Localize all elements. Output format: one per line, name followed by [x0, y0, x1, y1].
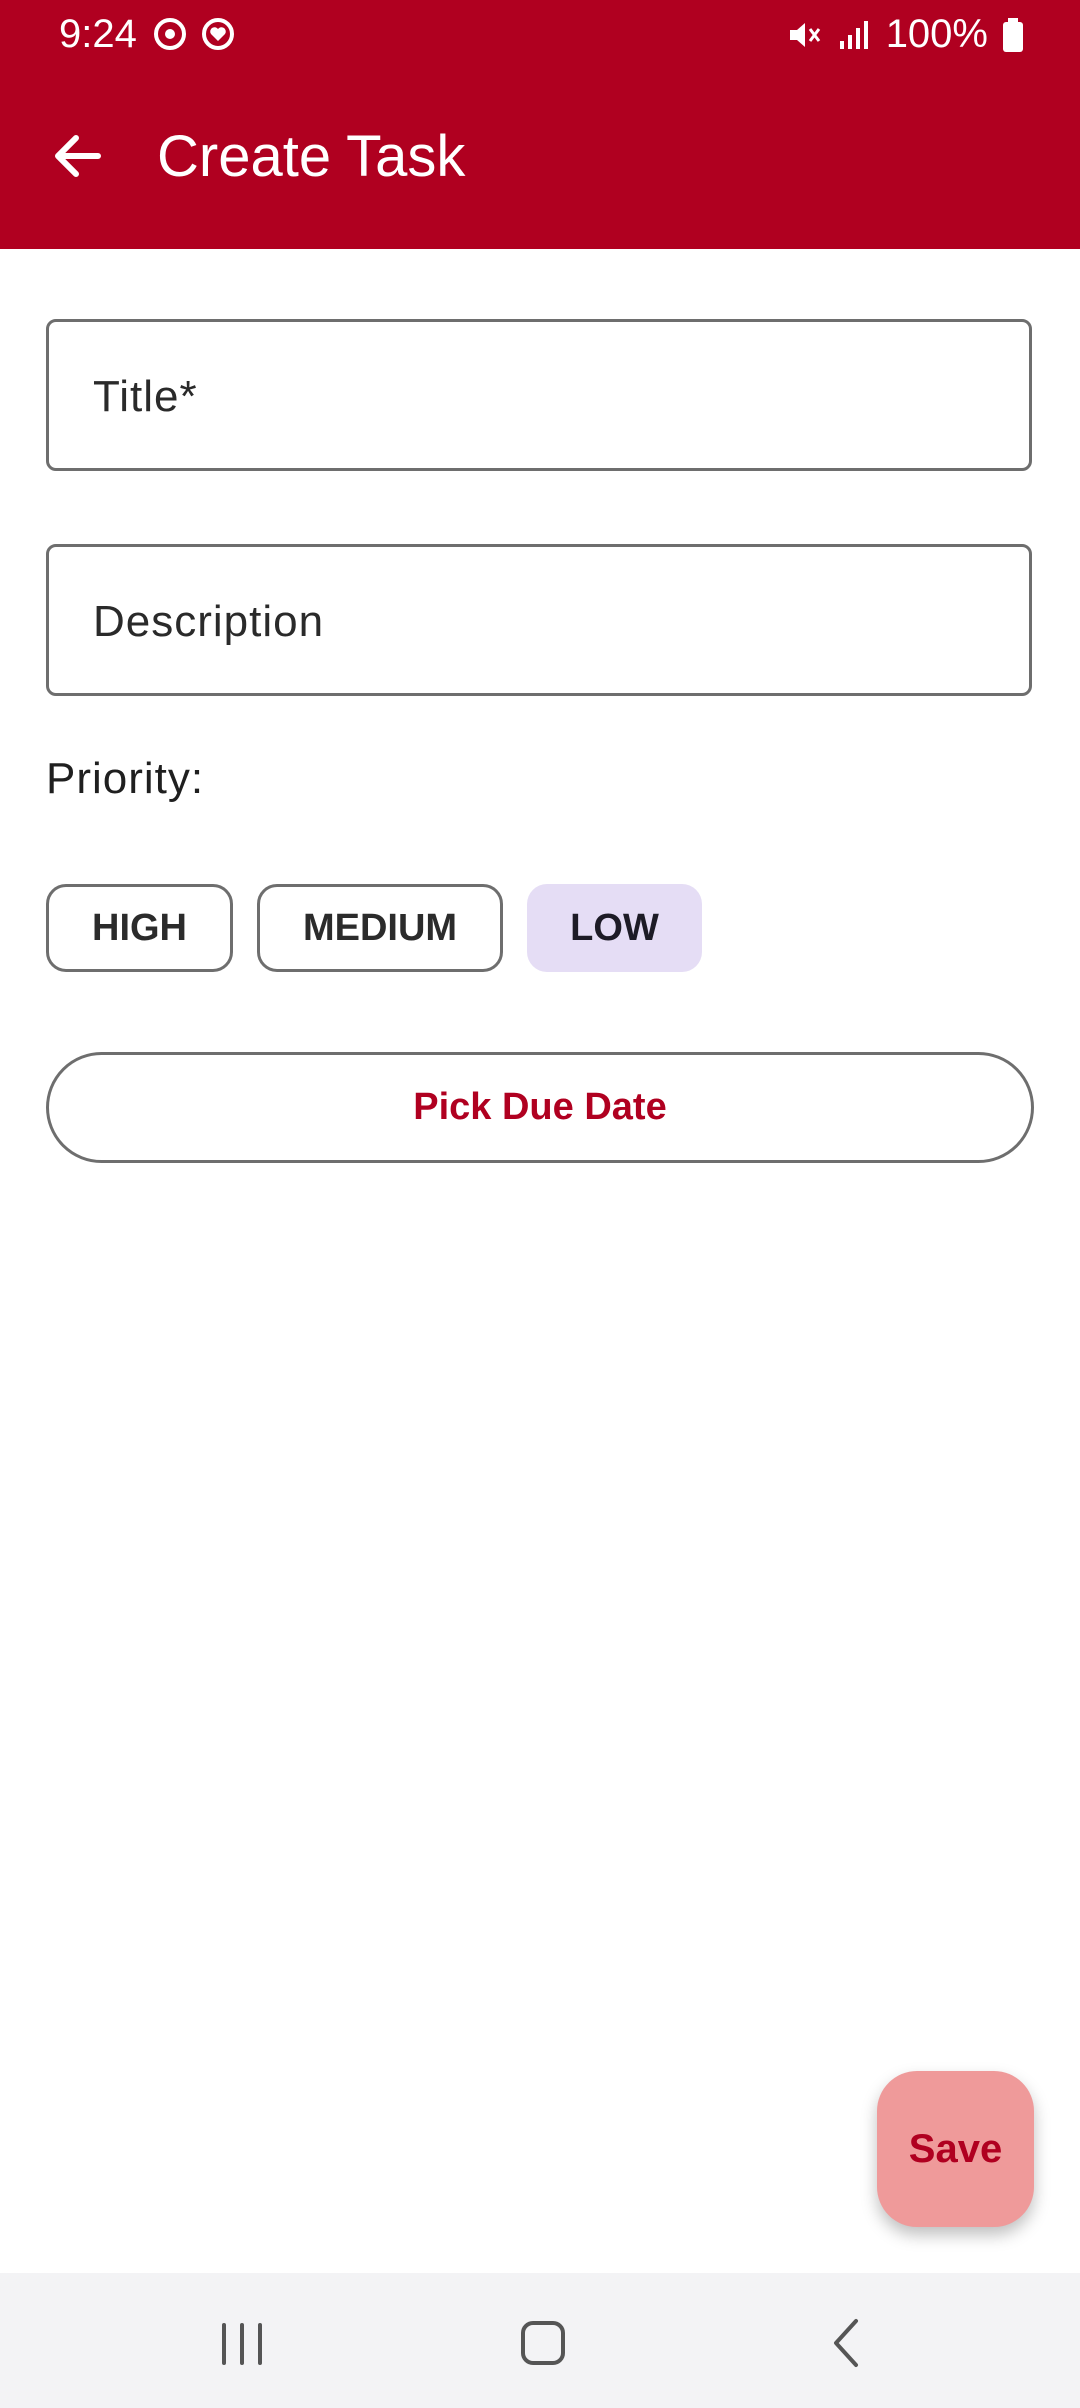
priority-high-chip[interactable]: HIGH	[46, 884, 233, 972]
status-bar: 9:24 100%	[0, 0, 1080, 68]
priority-low-chip[interactable]: LOW	[527, 884, 702, 972]
nav-back-button[interactable]	[808, 2303, 888, 2383]
home-icon	[521, 2321, 565, 2365]
description-field-label: Description	[93, 597, 325, 646]
priority-medium-chip[interactable]: MEDIUM	[257, 884, 503, 972]
recents-icon	[222, 2323, 262, 2365]
app-header: 9:24 100% Create Task	[0, 0, 1080, 249]
priority-label: Priority:	[46, 754, 205, 803]
battery-percentage: 100%	[885, 12, 988, 56]
title-field-label: Title*	[93, 372, 198, 421]
back-icon	[834, 2319, 858, 2367]
heart-status-icon	[202, 18, 234, 50]
title-field[interactable]: Title*	[46, 319, 1032, 471]
description-field[interactable]: Description	[46, 544, 1032, 696]
pick-due-date-button[interactable]: Pick Due Date	[46, 1052, 1034, 1163]
signal-icon	[839, 20, 868, 49]
system-nav-bar	[0, 2273, 1080, 2408]
battery-icon	[1003, 17, 1023, 52]
save-fab[interactable]: Save	[877, 2071, 1034, 2227]
status-right: 100%	[786, 12, 1024, 57]
sync-icon	[154, 18, 186, 50]
home-button[interactable]	[503, 2303, 583, 2383]
back-button[interactable]	[48, 126, 108, 186]
status-left-icons	[152, 16, 236, 52]
recents-button[interactable]	[202, 2303, 282, 2383]
page-title: Create Task	[157, 124, 466, 189]
mute-icon	[789, 22, 820, 47]
arrow-left-icon	[55, 135, 101, 177]
status-time: 9:24	[59, 12, 137, 56]
